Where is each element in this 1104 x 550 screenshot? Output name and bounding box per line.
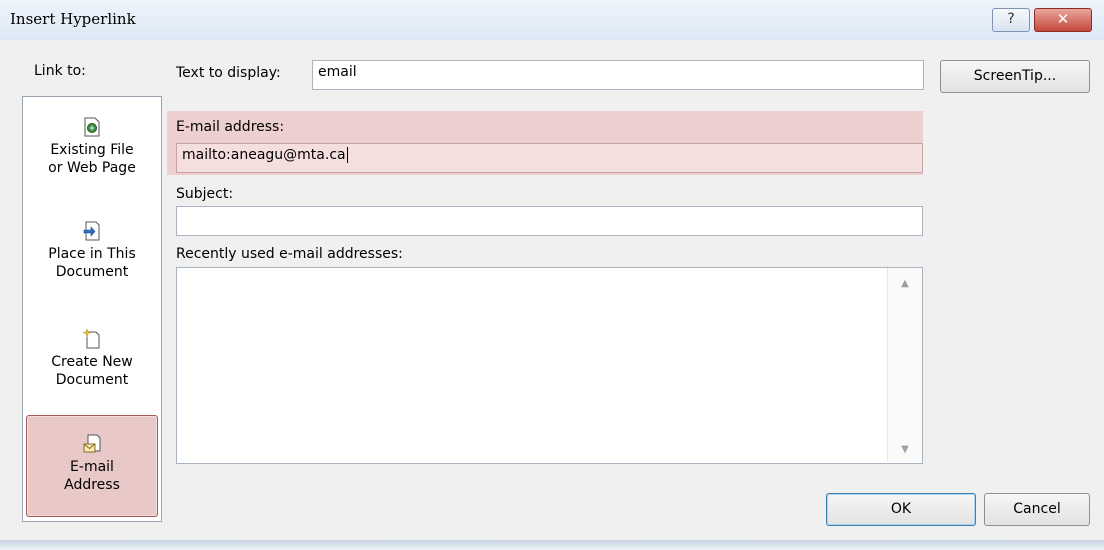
email-address-value: mailto:aneagu@mta.ca <box>182 147 346 163</box>
help-icon: ? <box>1007 11 1015 27</box>
place-in-document-icon <box>83 221 100 241</box>
link-to-sidebar: Existing File or Web Page Place in This … <box>22 96 162 522</box>
ok-button[interactable]: OK <box>826 493 976 526</box>
text-cursor: ​ <box>346 147 348 163</box>
title-bar: Insert Hyperlink ? ✕ <box>0 0 1104 40</box>
cancel-button[interactable]: Cancel <box>984 493 1090 526</box>
window-frame-bottom <box>0 540 1104 550</box>
text-to-display-label: Text to display: <box>176 65 281 81</box>
sidebar-item-create-new-document[interactable]: Create New Document <box>27 329 157 389</box>
subject-label: Subject: <box>176 186 234 202</box>
sidebar-item-label: Document <box>55 372 129 388</box>
text-to-display-input[interactable]: email <box>312 60 924 90</box>
sidebar-item-label: E-mail <box>70 459 114 475</box>
email-address-label: E-mail address: <box>176 119 285 135</box>
screentip-button[interactable]: ScreenTip... <box>940 60 1090 93</box>
sidebar-item-existing-file[interactable]: Existing File or Web Page <box>27 117 157 177</box>
scroll-up-icon[interactable]: ▲ <box>888 278 922 289</box>
create-new-document-icon <box>83 329 100 349</box>
recently-used-label: Recently used e-mail addresses: <box>176 246 403 262</box>
recent-list-scrollbar[interactable]: ▲ ▼ <box>887 268 922 462</box>
sidebar-item-label: Document <box>55 264 129 280</box>
sidebar-item-label: Existing File <box>50 142 134 158</box>
link-to-label: Link to: <box>34 63 86 79</box>
subject-input[interactable] <box>176 206 923 236</box>
sidebar-item-label: or Web Page <box>48 160 136 176</box>
email-address-icon <box>83 434 101 453</box>
scroll-down-icon[interactable]: ▼ <box>888 444 922 455</box>
close-icon: ✕ <box>1056 10 1070 28</box>
close-button[interactable]: ✕ <box>1034 8 1092 32</box>
sidebar-item-place-in-document[interactable]: Place in This Document <box>27 221 157 281</box>
sidebar-item-label: Place in This <box>48 246 136 262</box>
sidebar-item-label: Address <box>64 477 120 493</box>
sidebar-item-label: Create New <box>51 354 133 370</box>
help-button[interactable]: ? <box>992 8 1030 32</box>
sidebar-item-email-address[interactable]: E-mail Address <box>26 415 158 517</box>
existing-file-icon <box>84 117 100 137</box>
recently-used-list[interactable] <box>176 267 923 464</box>
text-to-display-value: email <box>318 64 357 80</box>
email-address-input[interactable]: mailto:aneagu@mta.ca​ <box>176 143 923 173</box>
window-title: Insert Hyperlink <box>10 10 136 28</box>
